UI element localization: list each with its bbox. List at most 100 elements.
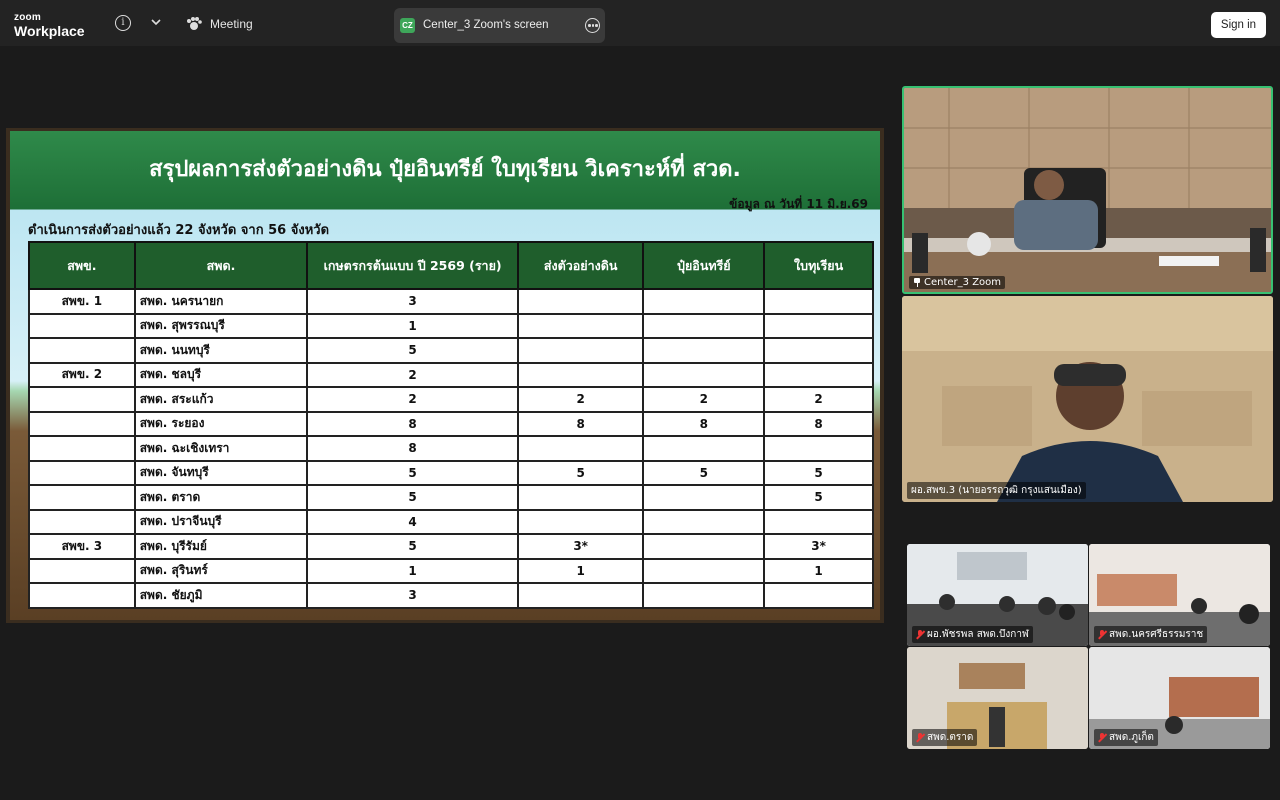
cell-durian-leaf — [763, 508, 874, 535]
logo-workplace-text: Workplace — [14, 23, 85, 39]
table-row: สพด. ระยอง 8 8 8 8 — [28, 410, 874, 437]
cell-durian-leaf — [763, 312, 874, 339]
video-tile-active-speaker[interactable]: Center_3 Zoom — [902, 86, 1273, 294]
cell-region: สพข. 2 — [28, 361, 136, 388]
cell-soil-samples — [516, 484, 645, 511]
cell-durian-leaf — [763, 582, 874, 609]
cell-province-office: สพด. ระยอง — [133, 410, 309, 437]
active-speaker-name: Center_3 Zoom — [924, 277, 1002, 288]
table-row: สพด. ฉะเชิงเทรา 8 — [28, 435, 874, 462]
cell-region — [28, 410, 136, 437]
cell-province-office: สพด. จันทบุรี — [133, 459, 309, 486]
cell-organic-fertilizer — [642, 288, 766, 315]
cell-durian-leaf — [763, 337, 874, 364]
shared-screen-tab[interactable]: CZ Center_3 Zoom's screen — [394, 8, 605, 43]
pin-icon — [913, 278, 921, 287]
cell-organic-fertilizer — [642, 484, 766, 511]
header-soil-samples: ส่งตัวอย่างดิน — [516, 241, 645, 290]
cell-soil-samples — [516, 435, 645, 462]
cell-province-office: สพด. บุรีรัมย์ — [133, 533, 309, 560]
cell-model-farmers: 8 — [306, 410, 519, 437]
meeting-button[interactable]: Meeting — [186, 17, 253, 31]
table-row: สพด. สระแก้ว 2 2 2 2 — [28, 386, 874, 413]
cell-durian-leaf: 5 — [763, 459, 874, 486]
grid-4-label: สพด.ภูเก็ต — [1094, 729, 1158, 746]
cell-organic-fertilizer — [642, 435, 766, 462]
video-feed-active-speaker — [904, 88, 1271, 292]
cell-model-farmers: 3 — [306, 288, 519, 315]
video-tile-grid-4[interactable]: สพด.ภูเก็ต — [1089, 647, 1270, 749]
video-feed-second — [902, 296, 1273, 502]
header-durian-leaf: ใบทุเรียน — [763, 241, 874, 290]
cell-region — [28, 508, 136, 535]
logo-zoom-text: zoom — [14, 12, 41, 23]
info-icon[interactable]: i — [115, 15, 131, 31]
header-organic-fertilizer: ปุ๋ยอินทรีย์ — [642, 241, 766, 290]
cell-soil-samples: 2 — [516, 386, 645, 413]
cell-model-farmers: 5 — [306, 533, 519, 560]
video-tile-second[interactable]: ผอ.สพข.3 (นายอรรถวุฒิ กรุงแสนเมือง) — [902, 296, 1273, 502]
slide-background: สรุปผลการส่งตัวอย่างดิน ปุ๋ยอินทรีย์ ใบท… — [10, 131, 880, 620]
cell-organic-fertilizer: 2 — [642, 386, 766, 413]
table-row: สพข. 1 สพด. นครนายก 3 — [28, 288, 874, 315]
mic-muted-icon — [916, 732, 924, 743]
screen-avatar-badge: CZ — [400, 18, 415, 33]
video-tile-grid-1[interactable]: ผอ.พัชรพล สพด.บึงกาฬ — [907, 544, 1088, 646]
cell-model-farmers: 3 — [306, 582, 519, 609]
more-options-icon[interactable] — [585, 18, 600, 33]
table-row: สพด. ชัยภูมิ 3 — [28, 582, 874, 609]
table-header-row: สพข. สพด. เกษตรกรต้นแบบ ปี 2569 (ราย) ส่… — [28, 241, 874, 290]
cell-region — [28, 582, 136, 609]
cell-durian-leaf: 1 — [763, 557, 874, 584]
cell-soil-samples: 8 — [516, 410, 645, 437]
cell-organic-fertilizer — [642, 337, 766, 364]
video-tile-grid-3[interactable]: สพด.ตราด — [907, 647, 1088, 749]
cell-province-office: สพด. สุพรรณบุรี — [133, 312, 309, 339]
cell-model-farmers: 1 — [306, 557, 519, 584]
sign-in-button[interactable]: Sign in — [1211, 12, 1266, 38]
cell-soil-samples — [516, 508, 645, 535]
chevron-down-icon[interactable] — [148, 14, 164, 30]
table-row: สพข. 3 สพด. บุรีรัมย์ 5 3* 3* — [28, 533, 874, 560]
cell-province-office: สพด. นนทบุรี — [133, 337, 309, 364]
cell-region — [28, 312, 136, 339]
cell-province-office: สพด. ชัยภูมิ — [133, 582, 309, 609]
active-speaker-label: Center_3 Zoom — [909, 276, 1006, 289]
grid-2-name: สพด.นครศรีธรรมราช — [1109, 629, 1204, 640]
cell-model-farmers: 5 — [306, 337, 519, 364]
cell-region — [28, 557, 136, 584]
top-bar: zoom Workplace i Meeting CZ Center_3 Zoo… — [0, 0, 1280, 46]
cell-organic-fertilizer — [642, 533, 766, 560]
cell-soil-samples — [516, 582, 645, 609]
table-row: สพข. 2 สพด. ชลบุรี 2 — [28, 361, 874, 388]
cell-durian-leaf — [763, 361, 874, 388]
table-row: สพด. สุพรรณบุรี 1 — [28, 312, 874, 339]
cell-soil-samples — [516, 312, 645, 339]
grid-4-name: สพด.ภูเก็ต — [1109, 732, 1154, 743]
cell-model-farmers: 1 — [306, 312, 519, 339]
cell-region — [28, 435, 136, 462]
cell-durian-leaf: 8 — [763, 410, 874, 437]
shared-screen-label: Center_3 Zoom's screen — [423, 19, 549, 31]
mic-muted-icon — [1098, 732, 1106, 743]
cell-region — [28, 484, 136, 511]
cell-province-office: สพด. สุรินทร์ — [133, 557, 309, 584]
cell-organic-fertilizer — [642, 312, 766, 339]
cell-model-farmers: 8 — [306, 435, 519, 462]
cell-region — [28, 337, 136, 364]
participants-icon — [187, 17, 202, 30]
slide-subtitle: ดำเนินการส่งตัวอย่างแล้ว 22 จังหวัด จาก … — [28, 223, 330, 238]
cell-model-farmers: 4 — [306, 508, 519, 535]
cell-durian-leaf: 2 — [763, 386, 874, 413]
shared-screen-view: สรุปผลการส่งตัวอย่างดิน ปุ๋ยอินทรีย์ ใบท… — [6, 128, 884, 623]
grid-3-label: สพด.ตราด — [912, 729, 978, 746]
second-speaker-name: ผอ.สพข.3 (นายอรรถวุฒิ กรุงแสนเมือง) — [911, 485, 1082, 496]
video-tile-grid-2[interactable]: สพด.นครศรีธรรมราช — [1089, 544, 1270, 646]
cell-model-farmers: 2 — [306, 386, 519, 413]
cell-durian-leaf — [763, 435, 874, 462]
header-province-office: สพด. — [133, 241, 309, 290]
cell-region: สพข. 1 — [28, 288, 136, 315]
cell-durian-leaf: 5 — [763, 484, 874, 511]
mic-muted-icon — [916, 629, 924, 640]
header-model-farmers: เกษตรกรต้นแบบ ปี 2569 (ราย) — [306, 241, 519, 290]
